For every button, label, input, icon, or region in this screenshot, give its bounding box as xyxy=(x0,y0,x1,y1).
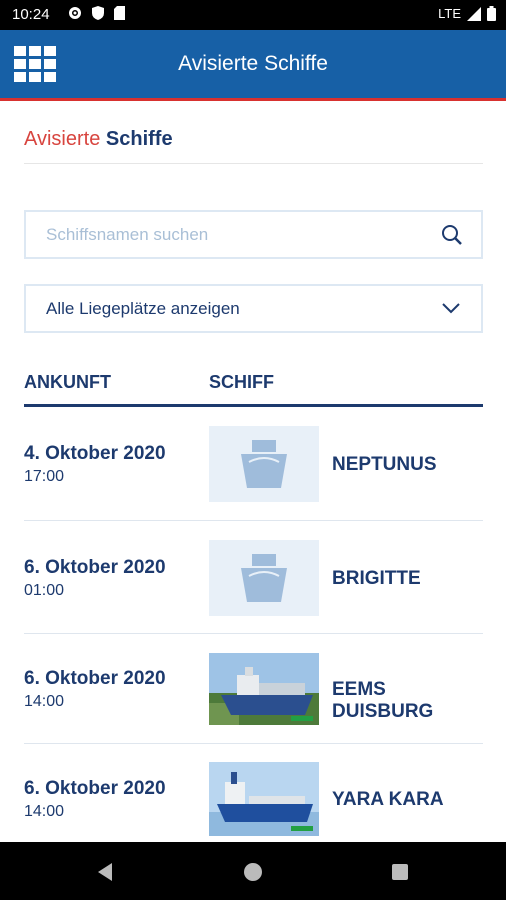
status-bar: 10:24 LTE xyxy=(0,0,506,30)
column-header-ship: SCHIFF xyxy=(209,372,274,392)
ship-thumbnail xyxy=(209,426,319,502)
arrival-date: 4. Oktober 2020 xyxy=(24,443,166,464)
arrival-date: 6. Oktober 2020 xyxy=(24,668,166,689)
signal-icon xyxy=(467,6,481,21)
column-header-arrival: ANKUNFT xyxy=(24,372,111,392)
page-title-part1: Avisierte xyxy=(24,128,101,150)
ship-name: NEPTUNUS xyxy=(332,454,437,475)
ship-name: YARA KARA xyxy=(332,789,444,810)
home-icon[interactable] xyxy=(243,862,263,882)
shield-icon xyxy=(92,6,104,20)
arrival-time: 17:00 xyxy=(24,468,65,485)
table-row[interactable]: 6. Oktober 2020 01:00 BRIGITTE xyxy=(24,521,483,634)
battery-icon xyxy=(487,6,496,21)
search-placeholder: Schiffsnamen suchen xyxy=(46,225,209,244)
page-title-part2: Schiffe xyxy=(105,128,173,150)
arrival-time: 01:00 xyxy=(24,582,65,599)
status-time: 10:24 xyxy=(12,6,50,23)
back-icon[interactable] xyxy=(96,862,114,882)
ship-photo xyxy=(209,653,319,725)
ship-photo xyxy=(209,762,319,836)
berth-select-value: Alle Liegeplätze anzeigen xyxy=(46,299,240,318)
status-icons xyxy=(68,6,125,20)
settings-icon xyxy=(69,7,81,19)
status-right: LTE xyxy=(438,6,496,21)
recents-icon[interactable] xyxy=(391,863,409,881)
table-row[interactable]: 4. Oktober 2020 17:00 NEPTUNUS xyxy=(24,407,483,521)
network-label: LTE xyxy=(438,6,461,21)
arrival-date: 6. Oktober 2020 xyxy=(24,557,166,578)
ship-thumbnail xyxy=(209,653,319,725)
system-navigation-bar xyxy=(0,842,506,900)
arrival-time: 14:00 xyxy=(24,803,65,820)
app-bar: Avisierte Schiffe xyxy=(0,30,506,101)
table-row[interactable]: 6. Oktober 2020 14:00 YARA KARA xyxy=(24,744,483,842)
arrival-time: 14:00 xyxy=(24,693,65,710)
table-row[interactable]: 6. Oktober 2020 14:00 EEMS DUISBURG xyxy=(24,634,483,744)
search-icon[interactable] xyxy=(441,224,463,246)
ship-name: EEMS DUISBURG xyxy=(332,679,434,722)
heading-divider xyxy=(24,163,483,164)
berth-select[interactable]: Alle Liegeplätze anzeigen xyxy=(24,284,483,333)
app-bar-title: Avisierte Schiffe xyxy=(178,52,328,75)
ship-placeholder-icon xyxy=(241,440,287,488)
ship-thumbnail xyxy=(209,540,319,616)
chevron-down-icon xyxy=(442,303,460,314)
ship-placeholder-icon xyxy=(241,554,287,602)
ship-search-input[interactable]: Schiffsnamen suchen xyxy=(24,210,483,259)
ship-name: BRIGITTE xyxy=(332,568,421,589)
page-title: Avisierte Schiffe xyxy=(24,128,173,151)
sd-card-icon xyxy=(114,6,125,20)
ship-thumbnail xyxy=(209,762,319,836)
arrival-date: 6. Oktober 2020 xyxy=(24,778,166,799)
